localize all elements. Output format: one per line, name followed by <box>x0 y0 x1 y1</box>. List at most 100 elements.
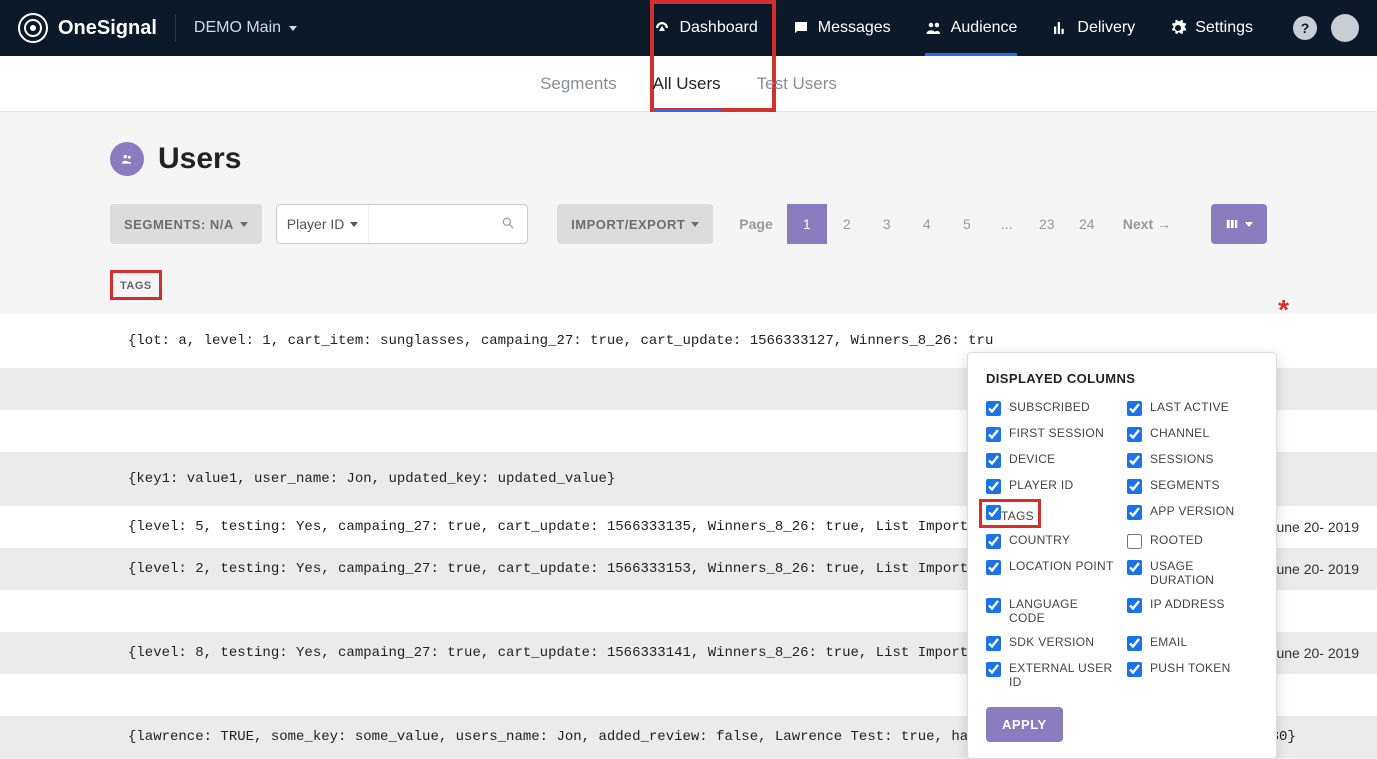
nav-items: Dashboard Messages Audience Delivery Set… <box>653 0 1253 56</box>
nav-messages[interactable]: Messages <box>792 0 891 56</box>
segments-filter-button[interactable]: SEGMENTS: N/A <box>110 204 262 244</box>
users-badge-icon <box>110 142 144 176</box>
brand[interactable]: OneSignal <box>18 13 157 43</box>
nav-dashboard[interactable]: Dashboard <box>653 0 757 56</box>
columns-button[interactable] <box>1211 204 1267 244</box>
subnav-segments[interactable]: Segments <box>540 56 617 112</box>
column-option-first-session[interactable]: FIRST SESSION <box>986 426 1117 442</box>
avatar[interactable] <box>1331 14 1359 42</box>
column-option-tags[interactable]: TAGS <box>986 504 1117 523</box>
column-option-label: TAGS <box>1001 509 1034 523</box>
column-option-external-user-id[interactable]: EXTERNAL USER ID <box>986 661 1117 689</box>
column-option-channel[interactable]: CHANNEL <box>1127 426 1258 442</box>
column-option-label: USAGE DURATION <box>1150 559 1258 587</box>
subnav-all-users[interactable]: All Users <box>653 56 721 112</box>
column-option-usage-duration[interactable]: USAGE DURATION <box>1127 559 1258 587</box>
page-label: Page <box>727 216 784 232</box>
column-header-tags: TAGS <box>115 278 157 294</box>
column-option-subscribed[interactable]: SUBSCRIBED <box>986 400 1117 416</box>
page-...: ... <box>987 204 1027 244</box>
column-checkbox[interactable] <box>1127 560 1142 575</box>
search-input[interactable] <box>369 205 489 243</box>
column-option-label: ROOTED <box>1150 533 1203 547</box>
column-checkbox[interactable] <box>986 453 1001 468</box>
column-checkbox[interactable] <box>986 662 1001 677</box>
column-checkbox[interactable] <box>1127 427 1142 442</box>
column-checkbox[interactable] <box>1127 598 1142 613</box>
next-button[interactable]: Next → <box>1109 216 1185 232</box>
search-type-select[interactable]: Player ID <box>277 205 370 243</box>
search-icon[interactable] <box>489 216 527 233</box>
column-checkbox[interactable] <box>1127 479 1142 494</box>
nav-delivery-label: Delivery <box>1077 19 1135 37</box>
column-option-label: PLAYER ID <box>1009 478 1074 492</box>
nav-settings-label: Settings <box>1195 19 1253 37</box>
column-checkbox[interactable] <box>986 598 1001 613</box>
page-24[interactable]: 24 <box>1067 204 1107 244</box>
column-option-push-token[interactable]: PUSH TOKEN <box>1127 661 1258 689</box>
brand-logo-icon <box>18 13 48 43</box>
nav-messages-label: Messages <box>818 19 891 37</box>
page-1[interactable]: 1 <box>787 204 827 244</box>
column-option-location-point[interactable]: LOCATION POINT <box>986 559 1117 587</box>
row-tags: {level: 5, testing: Yes, campaing_27: tr… <box>8 519 993 535</box>
page-4[interactable]: 4 <box>907 204 947 244</box>
subnav-test-users[interactable]: Test Users <box>757 56 837 112</box>
column-checkbox[interactable] <box>1127 401 1142 416</box>
column-option-ip-address[interactable]: IP ADDRESS <box>1127 597 1258 625</box>
column-checkbox[interactable] <box>986 636 1001 651</box>
column-option-segments[interactable]: SEGMENTS <box>1127 478 1258 494</box>
page-title: Users <box>158 142 241 176</box>
search-wrap: Player ID <box>276 204 529 244</box>
column-option-language-code[interactable]: LANGUAGE CODE <box>986 597 1117 625</box>
displayed-columns-popover: DISPLAYED COLUMNS SUBSCRIBEDLAST ACTIVEF… <box>967 352 1277 759</box>
page-23[interactable]: 23 <box>1027 204 1067 244</box>
nav-delivery[interactable]: Delivery <box>1051 0 1135 56</box>
divider <box>175 14 176 42</box>
column-option-label: LAST ACTIVE <box>1150 400 1229 414</box>
column-option-sessions[interactable]: SESSIONS <box>1127 452 1258 468</box>
apply-button[interactable]: APPLY <box>986 707 1063 742</box>
column-checkbox[interactable] <box>1127 636 1142 651</box>
column-checkbox[interactable] <box>1127 453 1142 468</box>
column-checkbox[interactable] <box>1127 662 1142 677</box>
column-option-country[interactable]: COUNTRY <box>986 533 1117 549</box>
page-2[interactable]: 2 <box>827 204 867 244</box>
column-checkbox[interactable] <box>986 534 1001 549</box>
help-icon[interactable]: ? <box>1293 16 1317 40</box>
column-option-label: LOCATION POINT <box>1009 559 1114 573</box>
pagination: Page 12345...2324 Next → <box>727 204 1185 244</box>
column-option-sdk-version[interactable]: SDK VERSION <box>986 635 1117 651</box>
chat-icon <box>792 19 810 37</box>
column-option-label: IP ADDRESS <box>1150 597 1225 611</box>
column-checkbox[interactable] <box>986 427 1001 442</box>
gear-icon <box>1169 19 1187 37</box>
caret-down-icon <box>240 222 248 227</box>
column-option-last-active[interactable]: LAST ACTIVE <box>1127 400 1258 416</box>
column-option-player-id[interactable]: PLAYER ID <box>986 478 1117 494</box>
column-option-rooted[interactable]: ROOTED <box>1127 533 1258 549</box>
column-option-label: PUSH TOKEN <box>1150 661 1231 675</box>
column-option-label: COUNTRY <box>1009 533 1070 547</box>
import-export-label: IMPORT/EXPORT <box>571 217 685 232</box>
column-checkbox[interactable] <box>986 560 1001 575</box>
column-checkbox[interactable] <box>986 401 1001 416</box>
brand-name: OneSignal <box>58 17 157 40</box>
column-checkbox[interactable] <box>1127 534 1142 549</box>
page-5[interactable]: 5 <box>947 204 987 244</box>
nav-audience[interactable]: Audience <box>925 0 1018 56</box>
column-checkbox[interactable] <box>986 479 1001 494</box>
page-3[interactable]: 3 <box>867 204 907 244</box>
columns-icon <box>1225 217 1239 231</box>
annotation-box-tags-option: TAGS <box>979 499 1041 528</box>
nav-settings[interactable]: Settings <box>1169 0 1253 56</box>
column-option-app-version[interactable]: APP VERSION <box>1127 504 1258 523</box>
column-checkbox[interactable] <box>986 505 1001 520</box>
column-option-email[interactable]: EMAIL <box>1127 635 1258 651</box>
column-option-device[interactable]: DEVICE <box>986 452 1117 468</box>
column-option-label: SUBSCRIBED <box>1009 400 1090 414</box>
app-selector[interactable]: DEMO Main <box>194 19 297 37</box>
column-checkbox[interactable] <box>1127 505 1142 520</box>
import-export-button[interactable]: IMPORT/EXPORT <box>557 204 713 244</box>
annotation-box-tags-header: TAGS <box>110 270 162 300</box>
